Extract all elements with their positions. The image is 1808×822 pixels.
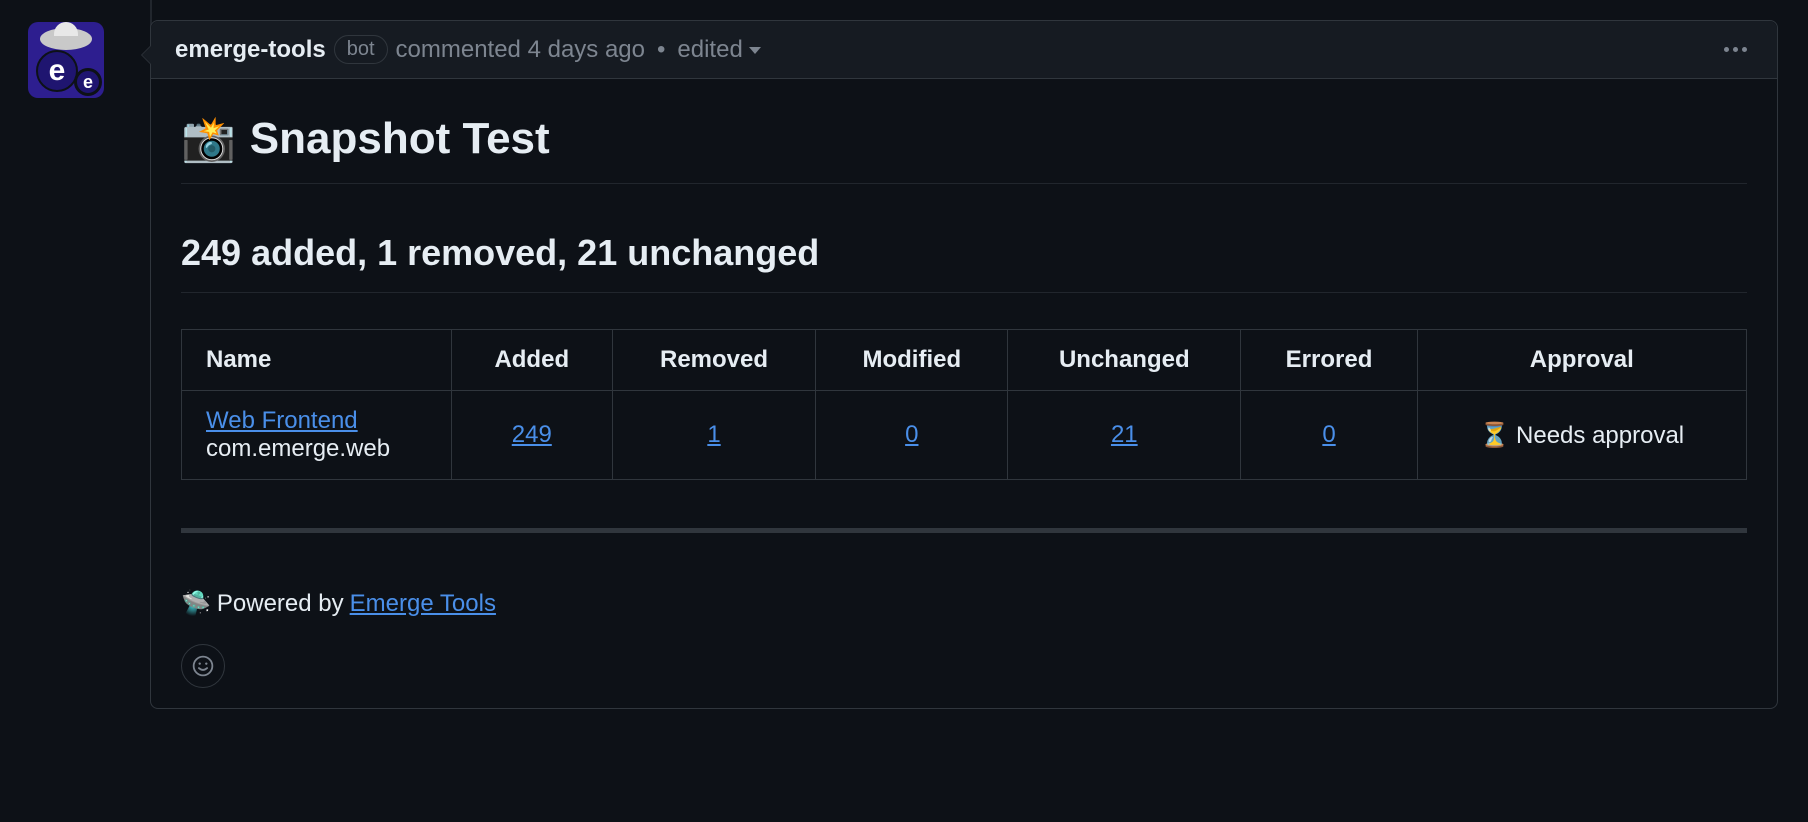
comment-pointer	[141, 45, 151, 65]
bot-badge: bot	[334, 35, 388, 64]
emerge-tools-link[interactable]: Emerge Tools	[350, 590, 496, 618]
comment-action: commented 4 days ago	[396, 36, 645, 64]
project-name-link[interactable]: Web Frontend	[206, 407, 358, 434]
smiley-icon	[192, 655, 214, 677]
ufo-icon: 🛸	[181, 589, 211, 618]
comment-body: 📸 Snapshot Test 249 added, 1 removed, 21…	[151, 79, 1777, 708]
chevron-down-icon	[749, 47, 761, 54]
table-header-row: Name Added Removed Modified Unchanged Er…	[182, 330, 1747, 391]
title-row: 📸 Snapshot Test	[181, 89, 1747, 184]
col-modified: Modified	[816, 330, 1008, 391]
removed-link[interactable]: 1	[707, 421, 720, 448]
separator-dot: •	[657, 36, 665, 64]
results-table: Name Added Removed Modified Unchanged Er…	[181, 329, 1747, 480]
action-label: commented	[396, 36, 521, 63]
summary-heading: 249 added, 1 removed, 21 unchanged	[181, 184, 1747, 293]
added-link[interactable]: 249	[512, 421, 552, 448]
page-title: Snapshot Test	[250, 114, 550, 164]
col-removed: Removed	[612, 330, 816, 391]
comment-header: emerge-tools bot commented 4 days ago • …	[151, 21, 1777, 79]
col-approval: Approval	[1417, 330, 1746, 391]
package-id: com.emerge.web	[206, 435, 390, 462]
modified-link[interactable]: 0	[905, 421, 918, 448]
author-name[interactable]: emerge-tools	[175, 36, 326, 64]
author-avatar[interactable]: e e	[28, 22, 104, 98]
comment-container: emerge-tools bot commented 4 days ago • …	[150, 20, 1778, 709]
camera-icon: 📸	[181, 113, 236, 165]
timestamp[interactable]: 4 days ago	[528, 36, 645, 63]
errored-link[interactable]: 0	[1322, 421, 1335, 448]
footer: 🛸 Powered by Emerge Tools	[181, 533, 1747, 618]
col-errored: Errored	[1241, 330, 1417, 391]
powered-by-label: Powered by	[217, 590, 344, 618]
hourglass-icon: ⏳	[1479, 422, 1509, 449]
edited-indicator[interactable]: edited	[677, 36, 760, 64]
table-row: Web Frontend com.emerge.web 249 1 0 21 0…	[182, 391, 1747, 480]
more-actions-button[interactable]	[1718, 41, 1753, 58]
unchanged-link[interactable]: 21	[1111, 421, 1138, 448]
col-unchanged: Unchanged	[1008, 330, 1241, 391]
edited-label: edited	[677, 36, 742, 63]
add-reaction-button[interactable]	[181, 644, 225, 688]
col-name: Name	[182, 330, 452, 391]
approval-status: Needs approval	[1516, 422, 1684, 449]
col-added: Added	[452, 330, 613, 391]
